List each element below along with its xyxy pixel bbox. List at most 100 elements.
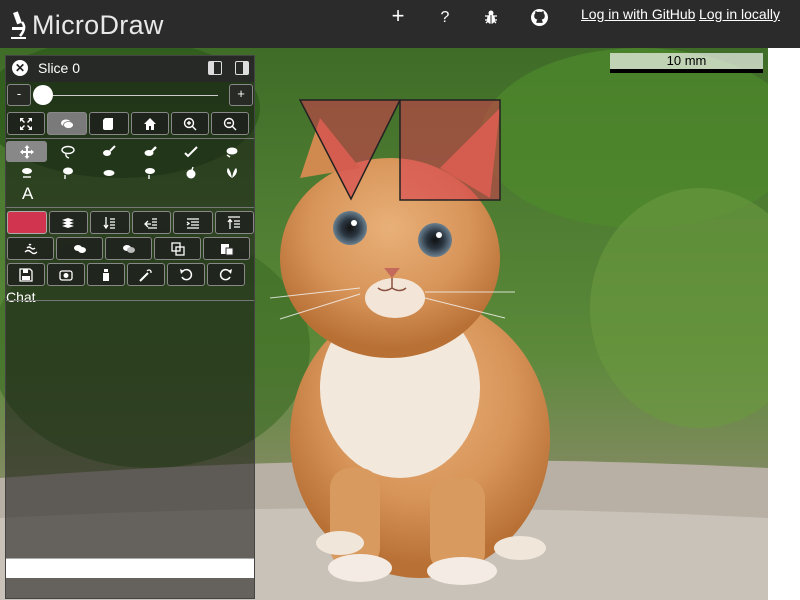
magic-wand-icon xyxy=(139,268,152,282)
github-icon xyxy=(530,9,548,26)
chat-toggle-button[interactable] xyxy=(47,112,87,135)
slice-slider-row: - + xyxy=(6,84,254,112)
flip-icon xyxy=(226,167,237,178)
delete-point-icon xyxy=(62,167,73,179)
indent-button[interactable] xyxy=(173,211,213,234)
pencil-icon xyxy=(102,144,116,156)
chat-input[interactable] xyxy=(6,558,254,578)
dock-right-icon[interactable] xyxy=(235,61,249,75)
scroll-icon xyxy=(103,117,113,130)
lasso-tool[interactable] xyxy=(47,141,88,162)
magic-wand-button[interactable] xyxy=(127,263,165,286)
fullscreen-icon xyxy=(20,117,32,130)
simplify-icon xyxy=(103,169,114,176)
sort-up-button[interactable] xyxy=(131,211,171,234)
scale-bar-label: 10 mm xyxy=(666,53,707,68)
pencil-tool[interactable] xyxy=(88,141,129,162)
redo-icon xyxy=(219,268,232,280)
lasso-icon xyxy=(60,145,75,159)
app-title: MicroDraw xyxy=(32,9,164,40)
bottle-button[interactable] xyxy=(87,263,125,286)
slice-slider-track[interactable] xyxy=(42,95,218,96)
bug-report-button[interactable] xyxy=(478,5,504,31)
union-icon xyxy=(73,244,86,253)
slice-next-button[interactable]: + xyxy=(229,84,253,106)
split-tool[interactable] xyxy=(170,162,211,183)
help-icon: ? xyxy=(440,9,450,26)
rotate-tool[interactable] xyxy=(211,141,252,162)
save-button[interactable] xyxy=(7,263,45,286)
login-github-link[interactable]: Log in with GitHub xyxy=(581,6,695,22)
select-icon xyxy=(183,145,198,157)
sort-up-icon xyxy=(144,217,158,229)
file-ops-row xyxy=(6,263,254,287)
sort-down-icon xyxy=(103,216,115,229)
close-icon[interactable]: ✕ xyxy=(12,60,28,76)
home-icon xyxy=(144,117,156,130)
brand[interactable]: MicroDraw xyxy=(8,8,164,42)
undo-button[interactable] xyxy=(167,263,205,286)
zoom-in-icon xyxy=(183,117,197,130)
layers-button[interactable] xyxy=(48,211,88,234)
add-point-tool[interactable] xyxy=(6,162,47,183)
union-button[interactable] xyxy=(56,237,103,260)
plus-icon: + xyxy=(391,3,405,28)
screenshot-button[interactable] xyxy=(47,263,85,286)
paste-button[interactable] xyxy=(203,237,250,260)
panel-header[interactable]: ✕ Slice 0 xyxy=(6,56,254,82)
viewer-margin xyxy=(768,48,800,600)
navigation-row xyxy=(6,112,254,136)
zoom-in-button[interactable] xyxy=(171,112,209,135)
waves-button[interactable] xyxy=(7,237,54,260)
zoom-out-icon xyxy=(223,117,237,130)
flip-tool[interactable] xyxy=(211,162,252,183)
move-tool[interactable] xyxy=(6,141,47,162)
color-layer-row xyxy=(6,211,254,235)
dock-left-icon[interactable] xyxy=(208,61,222,75)
zoom-out-button[interactable] xyxy=(211,112,249,135)
chat-messages xyxy=(6,300,254,578)
top-bar: MicroDraw + ? Log in with GitHub Log in … xyxy=(0,0,800,48)
indent-icon xyxy=(186,217,199,229)
copy-button[interactable] xyxy=(154,237,201,260)
add-point-icon xyxy=(21,167,32,178)
slice-title: Slice 0 xyxy=(38,60,81,76)
text-tool[interactable]: A xyxy=(6,183,254,205)
github-button[interactable] xyxy=(526,5,552,31)
sort-down-button[interactable] xyxy=(90,211,130,234)
bug-icon xyxy=(485,10,497,24)
select-tool[interactable] xyxy=(170,141,211,162)
subtract-icon xyxy=(122,244,135,253)
bottle-icon xyxy=(103,268,109,281)
redo-button[interactable] xyxy=(207,263,245,286)
undo-icon xyxy=(180,268,193,280)
chat-icon xyxy=(61,119,74,129)
delete-point-tool[interactable] xyxy=(47,162,88,183)
split-icon xyxy=(186,166,195,178)
help-button[interactable]: ? xyxy=(432,5,458,31)
rotate-icon xyxy=(226,147,237,158)
color-picker-button[interactable] xyxy=(7,211,47,234)
layers-icon xyxy=(62,217,75,228)
scroll-button[interactable] xyxy=(89,112,129,135)
add-button[interactable]: + xyxy=(385,5,411,31)
tool-panel: ✕ Slice 0 - + A Chat xyxy=(5,55,255,599)
microscope-logo-icon xyxy=(11,11,26,39)
home-button[interactable] xyxy=(131,112,169,135)
slice-prev-button[interactable]: - xyxy=(7,84,31,106)
move-icon xyxy=(19,144,34,159)
smooth-tool[interactable] xyxy=(129,162,170,183)
subtract-button[interactable] xyxy=(105,237,152,260)
copy-icon xyxy=(170,241,185,256)
paste-icon xyxy=(220,243,233,255)
drawing-tools: A xyxy=(6,138,254,208)
login-local-link[interactable]: Log in locally xyxy=(699,6,780,22)
scale-bar: 10 mm xyxy=(610,53,763,73)
eraser-tool[interactable] xyxy=(129,141,170,162)
slice-slider-thumb[interactable] xyxy=(33,85,53,105)
save-icon xyxy=(19,267,33,282)
simplify-tool[interactable] xyxy=(88,162,129,183)
bring-to-top-icon xyxy=(227,215,241,229)
bring-to-top-button[interactable] xyxy=(214,211,254,234)
fullscreen-button[interactable] xyxy=(7,112,45,135)
